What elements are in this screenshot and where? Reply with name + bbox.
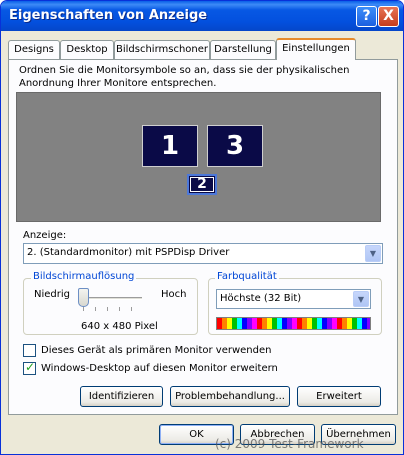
display-select-value: 2. (Standardmonitor) mit PSPDisp Driver — [27, 247, 230, 258]
display-label: Anzeige: — [23, 230, 67, 241]
resolution-high-label: Hoch — [161, 289, 187, 300]
tab-appearance[interactable]: Darstellung — [210, 40, 276, 59]
resolution-value: 640 x 480 Pixel — [81, 321, 158, 332]
chevron-down-icon[interactable]: ▼ — [365, 245, 381, 262]
dialog-window: Eigenschaften von Anzeige ? X Designs De… — [0, 0, 404, 455]
color-quality-value: Höchste (32 Bit) — [220, 293, 302, 304]
checkmark-icon: ✓ — [25, 360, 36, 374]
intro-text: Ordnen Sie die Monitorsymbole so an, das… — [19, 65, 350, 89]
tab-designs[interactable]: Designs — [8, 40, 60, 59]
display-select[interactable]: 2. (Standardmonitor) mit PSPDisp Driver … — [23, 243, 383, 264]
color-quality-select[interactable]: Höchste (32 Bit) ▼ — [216, 289, 371, 309]
tab-settings[interactable]: Einstellungen — [276, 38, 356, 60]
monitor-arrangement-area[interactable] — [16, 92, 381, 222]
help-button[interactable]: ? — [356, 6, 377, 27]
tab-strip: Designs Desktop Bildschirmschoner Darste… — [8, 38, 398, 60]
monitor-1-icon[interactable]: 1 — [142, 125, 198, 167]
advanced-button[interactable]: Erweitert — [297, 386, 381, 407]
window-title: Eigenschaften von Anzeige — [9, 8, 208, 23]
extend-desktop-checkbox[interactable]: ✓ — [23, 360, 36, 375]
color-quality-legend: Farbqualität — [215, 271, 279, 282]
monitor-3-icon[interactable]: 3 — [207, 125, 263, 167]
chevron-down-icon[interactable]: ▼ — [353, 291, 369, 307]
primary-monitor-label[interactable]: Dieses Gerät als primären Monitor verwen… — [41, 345, 271, 356]
title-bar[interactable]: Eigenschaften von Anzeige ? X — [1, 1, 403, 31]
resolution-legend: Bildschirmauflösung — [31, 271, 137, 282]
troubleshoot-button[interactable]: Problembehandlung... — [170, 386, 290, 407]
tab-desktop[interactable]: Desktop — [60, 40, 114, 59]
watermark-text: (c) 2009 Test-Framework — [215, 437, 364, 451]
tab-screensaver[interactable]: Bildschirmschoner — [114, 40, 210, 59]
monitor-2-icon[interactable]: 2 — [187, 174, 217, 195]
identify-button[interactable]: Identifizieren — [80, 386, 163, 407]
extend-desktop-label[interactable]: Windows-Desktop auf diesen Monitor erwei… — [41, 363, 278, 374]
resolution-slider-track[interactable] — [80, 297, 142, 300]
resolution-slider-thumb[interactable] — [78, 288, 89, 307]
resolution-low-label: Niedrig — [34, 289, 70, 300]
close-button[interactable]: X — [378, 6, 399, 27]
resolution-slider-ticks — [83, 307, 143, 311]
color-palette-preview — [216, 317, 371, 330]
primary-monitor-checkbox[interactable] — [23, 344, 36, 357]
